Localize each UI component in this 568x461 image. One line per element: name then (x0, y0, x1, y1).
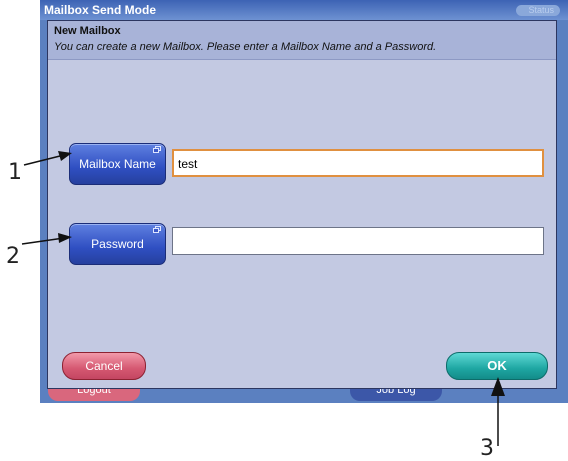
cancel-button-label: Cancel (85, 359, 123, 373)
ok-button[interactable]: OK (446, 352, 548, 380)
cancel-button[interactable]: Cancel (62, 352, 146, 380)
callout-number-3: 3 (480, 436, 494, 461)
device-screen: Mailbox Send Mode Status Logout Job Log … (40, 0, 568, 403)
window-title: Mailbox Send Mode (44, 3, 157, 17)
callout-number-2: 2 (6, 244, 20, 269)
mailbox-name-button[interactable]: Mailbox Name (69, 143, 166, 185)
window-stack-icon (153, 226, 161, 233)
mailbox-name-value: test (178, 157, 198, 171)
title-bar: Mailbox Send Mode Status (40, 0, 568, 20)
new-mailbox-dialog: New Mailbox You can create a new Mailbox… (47, 20, 557, 389)
dialog-title: New Mailbox (54, 25, 121, 37)
callout-number-1: 1 (8, 160, 22, 185)
mailbox-name-input[interactable]: test (172, 149, 544, 177)
dialog-header: New Mailbox You can create a new Mailbox… (48, 21, 556, 60)
status-button-ghost-label: Status (528, 5, 554, 15)
ok-button-label: OK (487, 358, 507, 373)
password-button-label: Password (91, 237, 144, 251)
password-button[interactable]: Password (69, 223, 166, 265)
dialog-instruction: You can create a new Mailbox. Please ent… (54, 41, 437, 53)
window-stack-icon (153, 146, 161, 153)
password-input[interactable] (172, 227, 544, 255)
mailbox-name-button-label: Mailbox Name (79, 157, 156, 171)
